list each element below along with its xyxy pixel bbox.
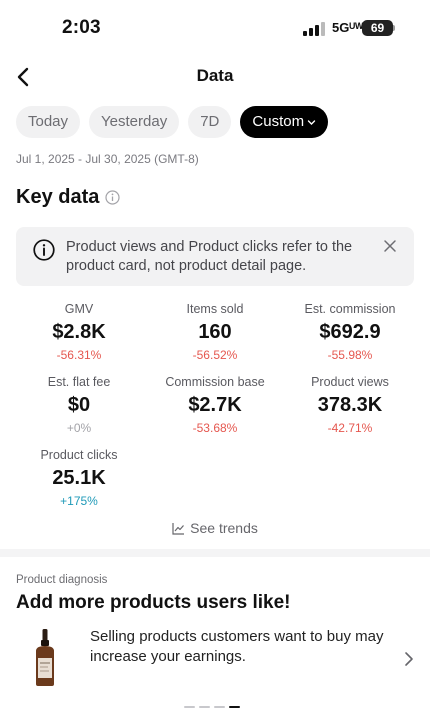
- key-data-title: Key data: [16, 186, 100, 208]
- notice-text: Product views and Product clicks refer t…: [66, 239, 353, 274]
- metric-value: 25.1K: [52, 467, 106, 489]
- network-label: 5Gᵁᵂ: [332, 20, 364, 35]
- metric-change: -56.31%: [56, 348, 102, 362]
- metric-value: $2.8K: [52, 321, 106, 343]
- chip-yesterday[interactable]: Yesterday: [89, 106, 180, 138]
- metric-product-views[interactable]: Product views 378.3K -42.71%: [280, 374, 420, 436]
- metric-value: 378.3K: [317, 394, 383, 416]
- metric-change: -42.71%: [327, 421, 373, 435]
- metric-value: $2.7K: [188, 394, 242, 416]
- metric-commission-base[interactable]: Commission base $2.7K -53.68%: [145, 374, 285, 436]
- info-icon[interactable]: [105, 190, 120, 205]
- metric-label: Product clicks: [40, 448, 118, 462]
- metric-label: Est. flat fee: [47, 375, 111, 389]
- metric-label: Items sold: [186, 302, 244, 316]
- metric-items-sold[interactable]: Items sold 160 -56.52%: [145, 301, 285, 363]
- metric-label: Product views: [311, 375, 389, 389]
- metric-change: -55.98%: [327, 348, 373, 362]
- metric-label: GMV: [64, 302, 94, 316]
- diagnosis-title: Add more products users like!: [16, 592, 291, 613]
- info-notice: Product views and Product clicks refer t…: [16, 227, 414, 286]
- carousel-pager: [184, 706, 240, 708]
- date-filter-chips: Today Yesterday 7D Custom: [16, 106, 329, 138]
- pager-dot[interactable]: [214, 706, 225, 708]
- see-trends-link[interactable]: See trends: [0, 520, 430, 536]
- metric-gmv[interactable]: GMV $2.8K -56.31%: [9, 301, 149, 363]
- metric-est-commission[interactable]: Est. commission $692.9 -55.98%: [280, 301, 420, 363]
- diagnosis-label: Product diagnosis: [16, 574, 108, 586]
- chevron-right-icon[interactable]: [402, 651, 416, 667]
- see-trends-label: See trends: [190, 520, 258, 536]
- status-time: 2:03: [62, 17, 101, 38]
- diagnosis-text: Selling products customers want to buy m…: [90, 628, 384, 665]
- metric-change: -56.52%: [192, 348, 238, 362]
- battery-icon: 69: [362, 20, 393, 36]
- chip-7d[interactable]: 7D: [188, 106, 232, 138]
- info-circle-icon: [33, 239, 55, 261]
- pager-dot[interactable]: [199, 706, 210, 708]
- metric-change: -53.68%: [192, 421, 238, 435]
- page-title: Data: [196, 66, 234, 85]
- close-icon[interactable]: [383, 239, 397, 253]
- section-divider: [0, 549, 430, 557]
- chevron-down-icon: [307, 120, 316, 125]
- chip-custom[interactable]: Custom: [240, 106, 329, 138]
- chip-custom-label: Custom: [252, 113, 305, 130]
- pager-dot[interactable]: [184, 706, 195, 708]
- pager-dot-active[interactable]: [229, 706, 240, 708]
- key-data-heading: Key data: [16, 186, 120, 209]
- metric-label: Est. commission: [304, 302, 396, 316]
- battery-tip: [393, 25, 395, 31]
- metric-value: 160: [198, 321, 232, 343]
- metric-label: Commission base: [165, 375, 265, 389]
- chip-today[interactable]: Today: [16, 106, 81, 138]
- signal-icon: [303, 22, 325, 36]
- trend-chart-icon: [172, 522, 185, 535]
- metric-value: $0: [67, 394, 91, 416]
- date-range: Jul 1, 2025 - Jul 30, 2025 (GMT-8): [16, 152, 199, 166]
- metric-est-flat-fee[interactable]: Est. flat fee $0 +0%: [9, 374, 149, 436]
- metric-product-clicks[interactable]: Product clicks 25.1K +175%: [9, 447, 149, 509]
- metric-change: +175%: [60, 494, 98, 508]
- status-bar: 2:03 5Gᵁᵂ 69: [0, 0, 430, 56]
- product-bottle-image: [36, 629, 54, 686]
- battery-level: 69: [370, 21, 385, 35]
- metric-value: $692.9: [319, 321, 381, 343]
- metric-change: +0%: [66, 421, 92, 435]
